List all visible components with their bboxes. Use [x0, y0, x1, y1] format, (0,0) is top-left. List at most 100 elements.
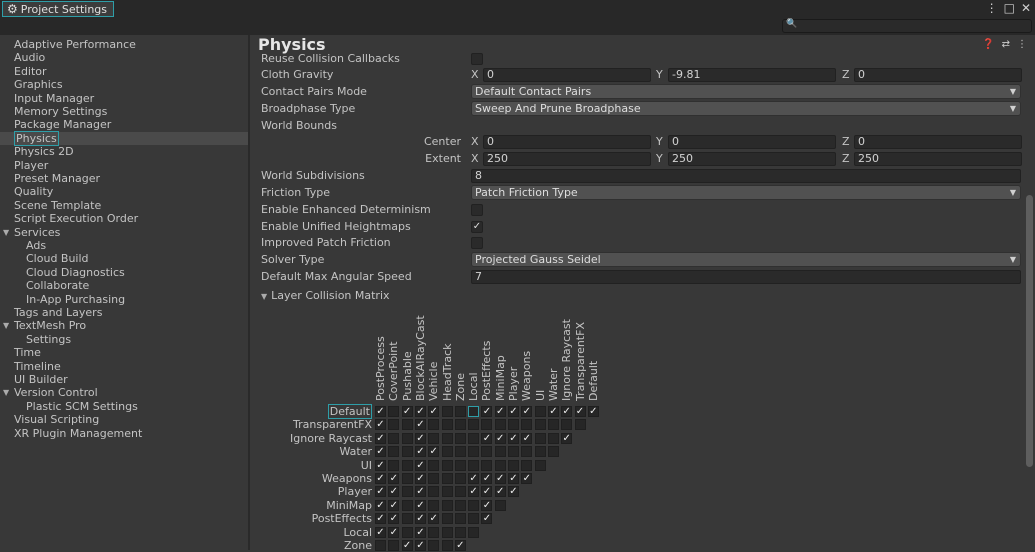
sidebar-item-plastic-scm-settings[interactable]: Plastic SCM Settings: [0, 400, 248, 413]
matrix-cell-checkbox[interactable]: ✓: [375, 432, 386, 444]
matrix-cell-checkbox[interactable]: [401, 486, 413, 498]
matrix-cell-checkbox[interactable]: [401, 459, 413, 471]
matrix-cell-checkbox[interactable]: ✓: [508, 473, 519, 484]
sidebar-item-time[interactable]: Time: [0, 346, 248, 359]
matrix-cell-checkbox[interactable]: [441, 526, 453, 538]
matrix-cell-checkbox[interactable]: ✓: [375, 459, 386, 471]
matrix-cell-checkbox[interactable]: ✓: [414, 432, 426, 444]
matrix-cell-checkbox[interactable]: [468, 526, 480, 538]
matrix-cell-checkbox[interactable]: ✓: [481, 499, 493, 511]
matrix-cell-checkbox[interactable]: ✓: [521, 406, 533, 417]
matrix-cell-checkbox[interactable]: [508, 459, 519, 471]
matrix-cell-checkbox[interactable]: [494, 459, 506, 471]
sidebar-item-cloud-build[interactable]: Cloud Build: [0, 252, 248, 265]
sidebar-item-in-app-purchasing[interactable]: In-App Purchasing: [0, 293, 248, 306]
matrix-cell-checkbox[interactable]: ✓: [375, 406, 386, 417]
sidebar-item-ads[interactable]: Ads: [0, 239, 248, 252]
matrix-cell-checkbox[interactable]: ✓: [414, 513, 426, 525]
matrix-cell-checkbox[interactable]: [454, 473, 466, 484]
close-icon[interactable]: ✕: [1021, 1, 1031, 15]
matrix-cell-checkbox[interactable]: [521, 459, 533, 471]
matrix-cell-checkbox[interactable]: ✓: [481, 513, 493, 525]
matrix-cell-checkbox[interactable]: [468, 499, 480, 511]
unified-heightmaps-checkbox[interactable]: ✓: [471, 221, 483, 233]
matrix-cell-checkbox[interactable]: ✓: [468, 486, 480, 498]
matrix-cell-checkbox[interactable]: [508, 419, 519, 431]
matrix-cell-checkbox[interactable]: [401, 513, 413, 525]
matrix-cell-checkbox[interactable]: [388, 406, 400, 417]
matrix-cell-checkbox[interactable]: [441, 446, 453, 458]
matrix-cell-checkbox[interactable]: ✓: [481, 473, 493, 484]
sidebar-item-cloud-diagnostics[interactable]: Cloud Diagnostics: [0, 266, 248, 279]
sidebar-item-physics[interactable]: Physics: [0, 130, 248, 146]
matrix-cell-checkbox[interactable]: ✓: [454, 540, 466, 551]
matrix-cell-checkbox[interactable]: [388, 459, 400, 471]
matrix-cell-checkbox[interactable]: [454, 432, 466, 444]
matrix-cell-checkbox[interactable]: [468, 513, 480, 525]
matrix-cell-checkbox[interactable]: ✓: [561, 406, 573, 417]
matrix-cell-checkbox[interactable]: ✓: [414, 486, 426, 498]
matrix-cell-checkbox[interactable]: [388, 540, 400, 551]
sidebar-item-input-manager[interactable]: Input Manager: [0, 92, 248, 105]
vertical-scrollbar[interactable]: [1026, 195, 1033, 467]
matrix-cell-checkbox[interactable]: [534, 419, 546, 431]
matrix-cell-checkbox[interactable]: [481, 419, 493, 431]
matrix-cell-checkbox[interactable]: [441, 473, 453, 484]
matrix-cell-checkbox[interactable]: ✓: [508, 406, 519, 417]
matrix-cell-checkbox[interactable]: [401, 473, 413, 484]
extent-x-field[interactable]: 250: [483, 152, 651, 166]
sidebar-item-tags-and-layers[interactable]: Tags and Layers: [0, 306, 248, 319]
matrix-cell-checkbox[interactable]: ✓: [494, 473, 506, 484]
matrix-cell-checkbox[interactable]: [388, 432, 400, 444]
matrix-cell-checkbox[interactable]: [441, 499, 453, 511]
matrix-cell-checkbox[interactable]: [494, 446, 506, 458]
sidebar-item-textmesh-pro[interactable]: ▼ TextMesh Pro: [0, 319, 248, 332]
matrix-cell-checkbox[interactable]: ✓: [428, 513, 440, 525]
expand-arrow-icon[interactable]: ▼: [3, 226, 9, 239]
matrix-cell-checkbox[interactable]: [494, 499, 506, 511]
matrix-cell-checkbox[interactable]: [468, 419, 480, 431]
matrix-cell-checkbox[interactable]: ✓: [428, 406, 440, 417]
matrix-cell-checkbox[interactable]: ✓: [428, 446, 440, 458]
matrix-cell-checkbox[interactable]: [428, 419, 440, 431]
matrix-cell-checkbox[interactable]: [401, 499, 413, 511]
sidebar-item-graphics[interactable]: Graphics: [0, 78, 248, 91]
sidebar-item-adaptive-performance[interactable]: Adaptive Performance: [0, 38, 248, 51]
matrix-cell-checkbox[interactable]: [375, 540, 386, 551]
matrix-cell-checkbox[interactable]: [401, 446, 413, 458]
matrix-cell-checkbox[interactable]: ✓: [414, 499, 426, 511]
matrix-cell-checkbox[interactable]: [454, 406, 466, 417]
matrix-cell-checkbox[interactable]: ✓: [587, 406, 599, 417]
maximize-icon[interactable]: □: [1004, 1, 1015, 15]
matrix-cell-checkbox[interactable]: ✓: [375, 446, 386, 458]
sidebar-item-scene-template[interactable]: Scene Template: [0, 199, 248, 212]
sidebar-item-timeline[interactable]: Timeline: [0, 360, 248, 373]
matrix-cell-checkbox[interactable]: ✓: [561, 432, 573, 444]
sidebar-item-physics-2d[interactable]: Physics 2D: [0, 145, 248, 158]
matrix-cell-checkbox[interactable]: ✓: [375, 513, 386, 525]
cloth-gravity-x-field[interactable]: 0: [483, 68, 651, 82]
matrix-cell-checkbox[interactable]: [401, 526, 413, 538]
matrix-cell-checkbox[interactable]: [428, 526, 440, 538]
center-y-field[interactable]: 0: [668, 135, 836, 149]
matrix-cell-checkbox[interactable]: ✓: [481, 432, 493, 444]
matrix-cell-checkbox[interactable]: ✓: [375, 473, 386, 484]
layer-collision-matrix-foldout[interactable]: ▼ Layer Collision Matrix: [261, 288, 390, 305]
contact-pairs-mode-dropdown[interactable]: Default Contact Pairs ▼: [471, 84, 1021, 99]
matrix-cell-checkbox[interactable]: [574, 419, 586, 431]
matrix-cell-checkbox[interactable]: [441, 486, 453, 498]
matrix-cell-checkbox[interactable]: ✓: [388, 526, 400, 538]
matrix-cell-checkbox[interactable]: [428, 499, 440, 511]
matrix-cell-checkbox[interactable]: [428, 473, 440, 484]
matrix-cell-checkbox[interactable]: [454, 446, 466, 458]
matrix-cell-checkbox[interactable]: [454, 499, 466, 511]
matrix-cell-checkbox[interactable]: ✓: [494, 486, 506, 498]
matrix-cell-checkbox[interactable]: ✓: [414, 406, 426, 417]
matrix-cell-checkbox[interactable]: ✓: [574, 406, 586, 417]
sidebar-item-quality[interactable]: Quality: [0, 185, 248, 198]
sidebar-item-editor[interactable]: Editor: [0, 65, 248, 78]
matrix-cell-checkbox[interactable]: [468, 432, 480, 444]
sidebar-item-memory-settings[interactable]: Memory Settings: [0, 105, 248, 118]
world-subdivisions-field[interactable]: 8: [471, 169, 1021, 183]
extent-y-field[interactable]: 250: [668, 152, 836, 166]
